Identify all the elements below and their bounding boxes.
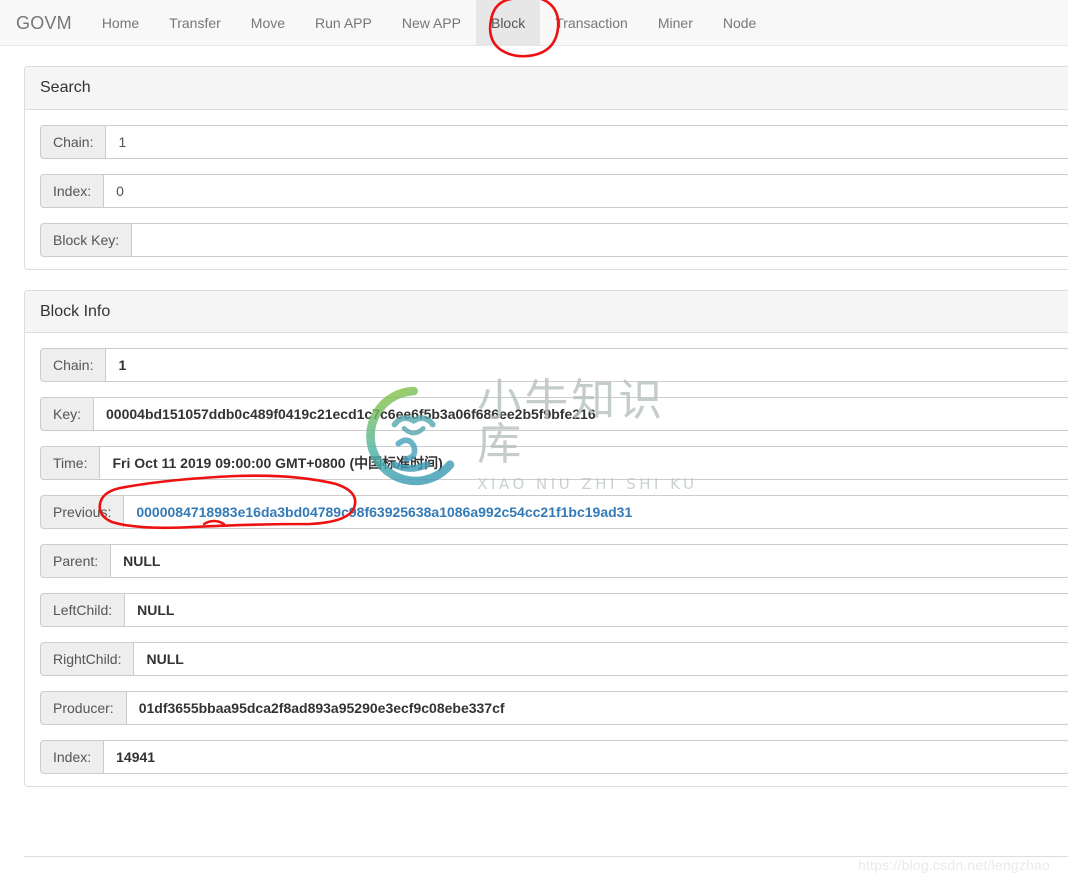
nav-item-list: Home Transfer Move Run APP New APP Block… (87, 0, 772, 45)
search-chain-label: Chain: (40, 124, 106, 159)
nav-item-miner[interactable]: Miner (643, 0, 708, 45)
block-rightchild-label: RightChild: (40, 642, 134, 677)
search-row-chain: Chain: 1 (40, 124, 1068, 159)
search-chain-input[interactable]: 1 (105, 124, 1068, 159)
nav-item-home[interactable]: Home (87, 0, 154, 45)
block-row-leftchild: LeftChild: NULL (40, 593, 1068, 628)
nav-item-transaction[interactable]: Transaction (540, 0, 643, 45)
block-rightchild-value[interactable]: NULL (133, 642, 1068, 677)
block-chain-label: Chain: (40, 348, 106, 383)
search-block-key-input[interactable] (131, 222, 1068, 257)
nav-item-node[interactable]: Node (708, 0, 771, 45)
block-index-label: Index: (40, 740, 104, 775)
search-row-block-key: Block Key: (40, 222, 1068, 257)
block-index-value[interactable]: 14941 (103, 740, 1068, 775)
block-row-rightchild: RightChild: NULL (40, 642, 1068, 677)
footer-source-url: https://blog.csdn.net/lengzhao (857, 857, 1050, 873)
block-time-value[interactable]: Fri Oct 11 2019 09:00:00 GMT+0800 (中国标准时… (99, 446, 1068, 481)
block-leftchild-label: LeftChild: (40, 593, 125, 628)
block-producer-label: Producer: (40, 691, 126, 726)
nav-item-run-app[interactable]: Run APP (300, 0, 387, 45)
block-info-panel: Block Info Chain: 1 Key: 00004bd151057dd… (24, 289, 1068, 788)
block-row-previous: Previous: 0000084718983e16da3bd04789c98f… (40, 495, 1068, 530)
top-navbar: GOVM Home Transfer Move Run APP New APP … (0, 0, 1068, 46)
search-index-label: Index: (40, 173, 104, 208)
nav-item-block[interactable]: Block (475, 0, 541, 45)
search-panel-body: Chain: 1 Index: 0 Block Key: (25, 110, 1068, 269)
block-info-panel-body: Chain: 1 Key: 00004bd151057ddb0c489f0419… (25, 333, 1068, 786)
block-parent-value[interactable]: NULL (110, 544, 1068, 579)
search-panel: Search Chain: 1 Index: 0 Block Key: (24, 66, 1068, 270)
block-leftchild-value[interactable]: NULL (124, 593, 1068, 628)
block-previous-label: Previous: (40, 495, 124, 530)
block-row-producer: Producer: 01df3655bbaa95dca2f8ad893a9529… (40, 691, 1068, 726)
brand-logo[interactable]: GOVM (16, 0, 87, 45)
block-info-panel-title: Block Info (40, 302, 111, 320)
block-time-label: Time: (40, 446, 100, 481)
page-root: GOVM Home Transfer Move Run APP New APP … (0, 0, 1068, 885)
block-producer-value[interactable]: 01df3655bbaa95dca2f8ad893a95290e3ecf9c08… (125, 691, 1068, 726)
block-parent-label: Parent: (40, 544, 111, 579)
block-key-value[interactable]: 00004bd151057ddb0c489f0419c21ecd1c7c6ee6… (93, 397, 1068, 432)
search-row-index: Index: 0 (40, 173, 1068, 208)
search-panel-heading: Search (25, 67, 1068, 110)
block-row-time: Time: Fri Oct 11 2019 09:00:00 GMT+0800 … (40, 446, 1068, 481)
block-previous-link[interactable]: 0000084718983e16da3bd04789c98f63925638a1… (123, 495, 1068, 530)
nav-item-move[interactable]: Move (236, 0, 300, 45)
block-chain-value[interactable]: 1 (105, 348, 1068, 383)
search-panel-title: Search (40, 79, 91, 96)
block-info-panel-heading: Block Info (25, 290, 1068, 334)
block-row-chain: Chain: 1 (40, 348, 1068, 383)
block-row-parent: Parent: NULL (40, 544, 1068, 579)
block-row-key: Key: 00004bd151057ddb0c489f0419c21ecd1c7… (40, 397, 1068, 432)
block-row-index: Index: 14941 (40, 740, 1068, 775)
search-index-input[interactable]: 0 (103, 173, 1068, 208)
nav-item-new-app[interactable]: New APP (387, 0, 476, 45)
block-key-label: Key: (40, 397, 94, 432)
nav-item-transfer[interactable]: Transfer (154, 0, 236, 45)
search-block-key-label: Block Key: (40, 222, 132, 257)
